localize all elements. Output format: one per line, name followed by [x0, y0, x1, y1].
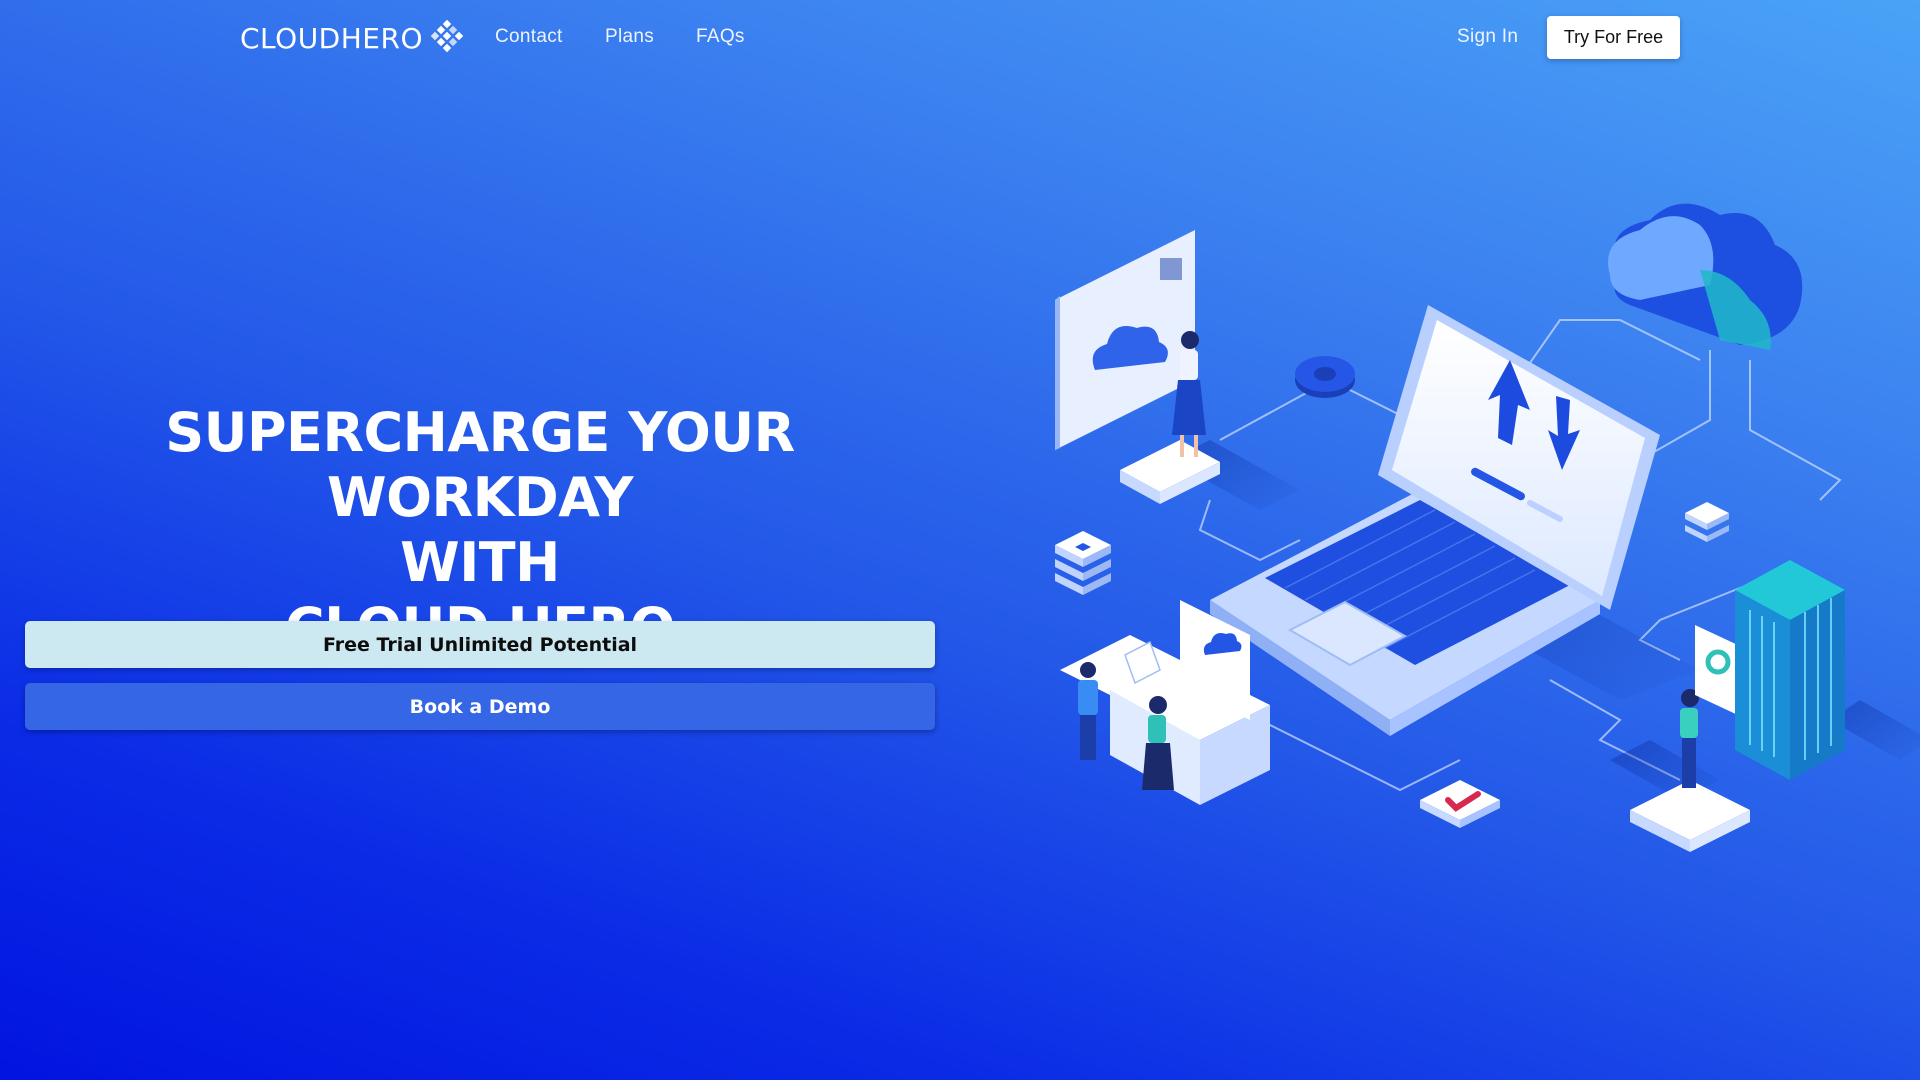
server-rack-icon [1735, 560, 1845, 780]
database-stack-icon [1055, 531, 1111, 595]
brand-name: CLOUDHERO [240, 21, 423, 55]
book-demo-button[interactable]: Book a Demo [25, 683, 935, 730]
checkmark-icon [1420, 780, 1500, 828]
top-navigation: CLOUDHERO Contact Plans FAQs Sign In Try… [0, 0, 1920, 76]
brand-logo[interactable]: CLOUDHERO [240, 20, 465, 56]
small-database-icon [1685, 502, 1729, 542]
hero-title-line-2: WITH [400, 531, 560, 594]
try-for-free-button[interactable]: Try For Free [1547, 16, 1680, 59]
presentation-board [1055, 230, 1220, 504]
logo-diamond-icon [430, 20, 464, 53]
cloud-computing-illustration [1055, 203, 1920, 852]
hero-title-line-1: SUPERCHARGE YOUR WORKDAY [165, 401, 795, 529]
gear-icon [1295, 356, 1355, 398]
desk-team-illustration [1060, 600, 1270, 805]
free-trial-button[interactable]: Free Trial Unlimited Potential [25, 621, 935, 668]
nav-link-contact[interactable]: Contact [495, 26, 563, 48]
nav-link-plans[interactable]: Plans [605, 26, 654, 48]
nav-link-faqs[interactable]: FAQs [696, 26, 745, 48]
sign-in-link[interactable]: Sign In [1457, 26, 1518, 48]
